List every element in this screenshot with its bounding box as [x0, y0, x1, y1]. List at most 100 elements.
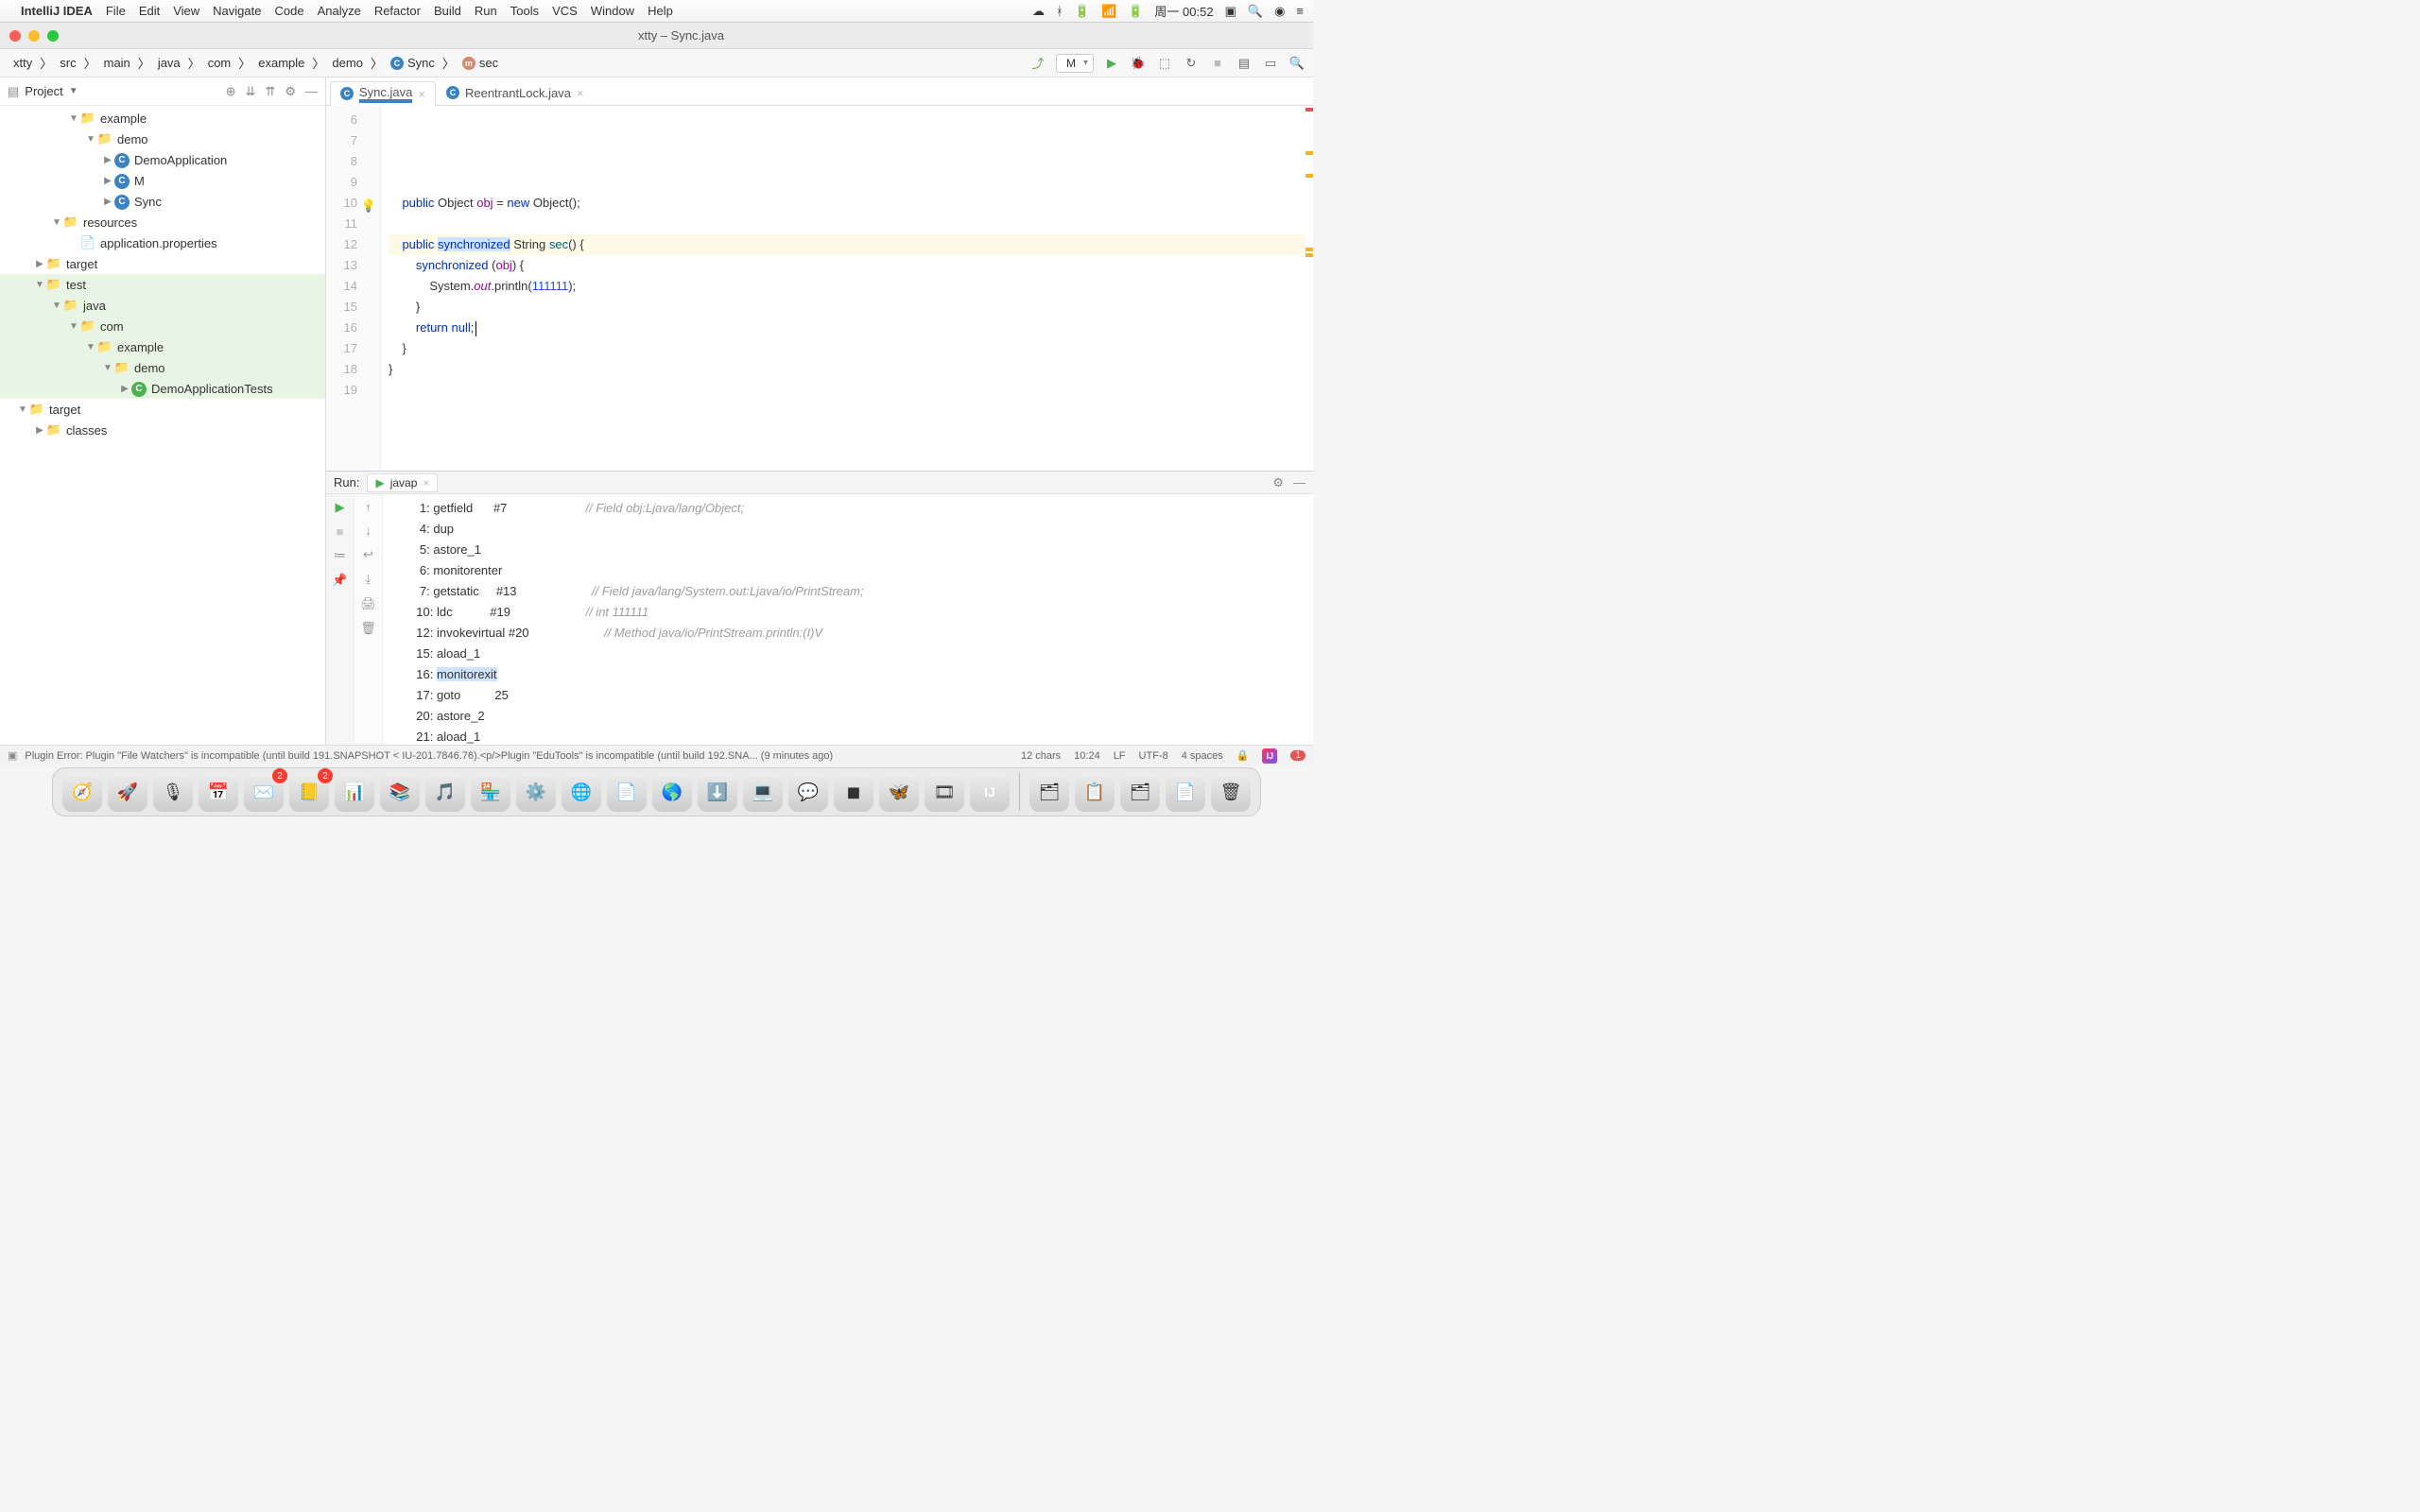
dock-app-19[interactable]: 🎞: [925, 772, 964, 812]
dock-app-9[interactable]: 🏪: [471, 772, 510, 812]
hide-panel-icon[interactable]: —: [305, 84, 318, 99]
console-line[interactable]: 4: dup: [392, 519, 1304, 540]
dock-app-4[interactable]: ✉️: [244, 772, 284, 812]
tool-windows-icon[interactable]: ▣: [8, 749, 17, 762]
battery2-icon[interactable]: 🔋: [1128, 4, 1143, 19]
tree-node-demo[interactable]: ▼📁demo: [0, 357, 325, 378]
search-everywhere-icon[interactable]: 🔍: [1288, 55, 1305, 72]
tree-node-test[interactable]: ▼📁test: [0, 274, 325, 295]
wechat-status-icon[interactable]: ☁: [1032, 4, 1045, 19]
battery-icon[interactable]: 🔋: [1075, 4, 1090, 19]
pin-icon[interactable]: 📌: [332, 573, 347, 588]
notification-center-icon[interactable]: ≡: [1296, 4, 1304, 18]
close-window-button[interactable]: [9, 30, 21, 42]
wifi-icon[interactable]: 📶: [1101, 4, 1116, 19]
print-icon[interactable]: 🖨: [360, 596, 376, 611]
bluetooth-icon[interactable]: ᚼ: [1056, 4, 1063, 18]
menu-analyze[interactable]: Analyze: [318, 4, 361, 18]
code-line-14[interactable]: return null;: [389, 318, 1305, 338]
menu-help[interactable]: Help: [648, 4, 673, 18]
dock-app-7[interactable]: 📚: [380, 772, 420, 812]
console-line[interactable]: 6: monitorenter: [392, 560, 1304, 581]
tree-node-target[interactable]: ▶📁target: [0, 253, 325, 274]
tree-node-example[interactable]: ▼📁example: [0, 108, 325, 129]
stop-button-icon[interactable]: ■: [1209, 55, 1226, 72]
console-line[interactable]: 15: aload_1: [392, 644, 1304, 664]
dock-app-0[interactable]: 🧭: [62, 772, 102, 812]
intention-bulb-icon[interactable]: 💡: [361, 196, 376, 216]
code-line-12[interactable]: System.out.println(111111);: [389, 276, 1305, 297]
expand-all-icon[interactable]: ⇊: [246, 84, 256, 99]
dock-extra-0[interactable]: 🗂: [1029, 772, 1069, 812]
breadcrumb-java[interactable]: java: [152, 54, 186, 72]
collapse-all-icon[interactable]: ⇈: [265, 84, 275, 99]
status-message[interactable]: Plugin Error: Plugin "File Watchers" is …: [25, 750, 1021, 762]
caret-position[interactable]: 10:24: [1074, 750, 1100, 762]
close-tab-icon[interactable]: ×: [577, 86, 584, 100]
menu-window[interactable]: Window: [591, 4, 634, 18]
error-stripe[interactable]: [1304, 106, 1313, 471]
file-encoding[interactable]: UTF-8: [1139, 750, 1168, 762]
dock-app-14[interactable]: ⬇️: [698, 772, 737, 812]
console-line[interactable]: 7: getstatic #13 // Field java/lang/Syst…: [392, 581, 1304, 602]
event-log-icon[interactable]: ▭: [1262, 55, 1279, 72]
indent-info[interactable]: 4 spaces: [1182, 750, 1223, 762]
ide-icon[interactable]: IJ: [1262, 748, 1277, 764]
console-line[interactable]: 17: goto 25: [392, 685, 1304, 706]
code-line-10[interactable]: public synchronized String sec() {: [389, 234, 1305, 255]
editor-tab-sync-java[interactable]: CSync.java×: [330, 81, 436, 106]
code-line-6[interactable]: [389, 151, 1305, 172]
dock-app-10[interactable]: ⚙️: [516, 772, 556, 812]
coverage-button-icon[interactable]: ⬚: [1156, 55, 1173, 72]
breadcrumb-demo[interactable]: demo: [326, 54, 369, 72]
project-tree[interactable]: ▼📁example▼📁demo▶CDemoApplication▶CM▶CSyn…: [0, 106, 325, 745]
build-hammer-icon[interactable]: ⤴: [1029, 55, 1046, 72]
dock-app-11[interactable]: 🌐: [562, 772, 601, 812]
dock-app-18[interactable]: 🦋: [879, 772, 919, 812]
dock-app-12[interactable]: 📄: [607, 772, 647, 812]
tree-node-application.properties[interactable]: 📄application.properties: [0, 232, 325, 253]
menu-edit[interactable]: Edit: [139, 4, 160, 18]
dock-app-20[interactable]: IJ: [970, 772, 1010, 812]
layout-button-icon[interactable]: ▤: [1236, 55, 1253, 72]
dock-app-16[interactable]: 💬: [788, 772, 828, 812]
breadcrumb-src[interactable]: src: [54, 54, 81, 72]
breadcrumb-sync[interactable]: C Sync: [385, 54, 441, 72]
code-line-8[interactable]: public Object obj = new Object();: [389, 193, 1305, 214]
down-stack-icon[interactable]: ↓: [365, 524, 372, 538]
dock-app-17[interactable]: ◼: [834, 772, 873, 812]
minimize-window-button[interactable]: [28, 30, 40, 42]
tree-node-example[interactable]: ▼📁example: [0, 336, 325, 357]
tree-node-classes[interactable]: ▶📁classes: [0, 420, 325, 440]
code-line-11[interactable]: synchronized (obj) {: [389, 255, 1305, 276]
run-tab[interactable]: ▶ javap ×: [367, 473, 438, 492]
dock-app-2[interactable]: 🎙: [153, 772, 193, 812]
console-line[interactable]: 16: monitorexit: [392, 664, 1304, 685]
dock-app-15[interactable]: 💻: [743, 772, 783, 812]
close-run-tab-icon[interactable]: ×: [423, 476, 429, 490]
tree-node-demo[interactable]: ▼📁demo: [0, 129, 325, 149]
editor-tab-reentrantlock-java[interactable]: CReentrantLock.java×: [436, 80, 595, 105]
dock-app-8[interactable]: 🎵: [425, 772, 465, 812]
zoom-window-button[interactable]: [47, 30, 59, 42]
spotlight-icon[interactable]: 🔍: [1248, 4, 1263, 19]
debug-button-icon[interactable]: 🐞: [1130, 55, 1147, 72]
tree-node-demoapplication[interactable]: ▶CDemoApplication: [0, 149, 325, 170]
tree-node-resources[interactable]: ▼📁resources: [0, 212, 325, 232]
select-opened-file-icon[interactable]: ⊕: [226, 84, 236, 99]
settings-gear-icon[interactable]: ⚙: [285, 84, 296, 99]
app-name[interactable]: IntelliJ IDEA: [21, 4, 93, 18]
breadcrumbs[interactable]: xtty〉src〉main〉java〉com〉example〉demo〉C Sy…: [8, 54, 504, 72]
menu-tools[interactable]: Tools: [510, 4, 539, 18]
layout-icon[interactable]: ≔: [334, 548, 346, 563]
clock[interactable]: 周一 00:52: [1154, 2, 1213, 20]
clear-all-icon[interactable]: 🗑: [360, 621, 376, 636]
menu-code[interactable]: Code: [274, 4, 303, 18]
tree-node-sync[interactable]: ▶CSync: [0, 191, 325, 212]
dock-extra-3[interactable]: 📄: [1166, 772, 1205, 812]
siri-icon[interactable]: ◉: [1274, 4, 1285, 19]
breadcrumb-main[interactable]: main: [98, 54, 136, 72]
dock-app-6[interactable]: 📊: [335, 772, 374, 812]
rerun-icon[interactable]: ▶: [336, 500, 345, 515]
soft-wrap-icon[interactable]: ↩: [363, 547, 373, 562]
